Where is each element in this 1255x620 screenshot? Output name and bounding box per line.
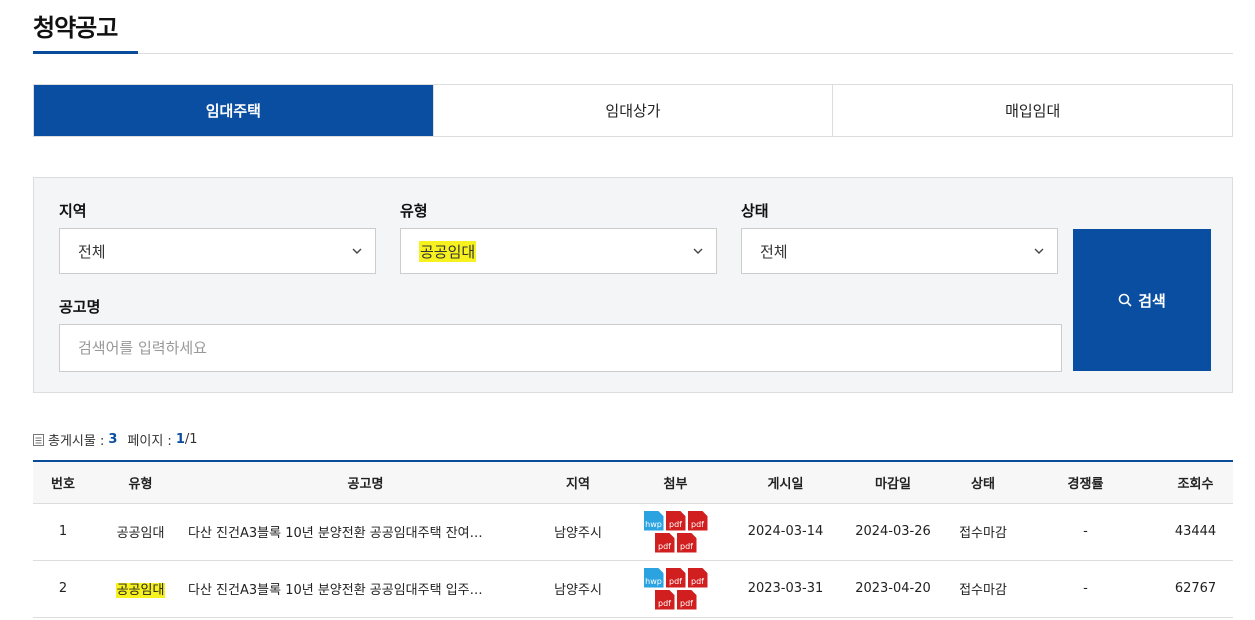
title-divider bbox=[33, 53, 1233, 54]
result-summary: 총게시물 : 3 페이지 : 1/1 bbox=[33, 430, 198, 449]
page-current: 1 bbox=[175, 432, 185, 447]
search-button[interactable]: 검색 bbox=[1073, 229, 1211, 371]
chevron-down-icon bbox=[352, 248, 362, 254]
pdf-file-icon[interactable]: pdf bbox=[676, 589, 697, 610]
col-header: 유형 bbox=[93, 461, 188, 504]
hwp-file-icon[interactable]: hwp bbox=[643, 567, 664, 588]
table-row[interactable]: 1 공공임대 다산 진건A3블록 10년 분양전환 공공임대주택 잔여… 남양주… bbox=[33, 503, 1233, 561]
status-select[interactable]: 전체 bbox=[741, 228, 1058, 274]
row-status: 접수마감 bbox=[953, 560, 1013, 618]
total-count: 3 bbox=[108, 432, 118, 447]
pdf-file-icon[interactable]: pdf bbox=[654, 532, 675, 553]
pdf-file-icon[interactable]: pdf bbox=[654, 589, 675, 610]
notice-table: 번호 유형 공고명 지역 첨부 게시일 마감일 상태 경쟁률 조회수 1 공공임… bbox=[33, 460, 1233, 618]
row-number: 2 bbox=[33, 560, 93, 618]
row-type-highlight: 공공임대 bbox=[115, 583, 166, 598]
row-posted-date: 2023-03-31 bbox=[738, 560, 833, 618]
tab-bar: 임대주택 임대상가 매입임대 bbox=[33, 84, 1233, 137]
table-row[interactable]: 2 공공임대 다산 진건A3블록 10년 분양전환 공공임대주택 입주… 남양주… bbox=[33, 560, 1233, 618]
pdf-file-icon[interactable]: pdf bbox=[665, 510, 686, 531]
col-header: 게시일 bbox=[738, 461, 833, 504]
pdf-file-icon[interactable]: pdf bbox=[687, 567, 708, 588]
col-header: 조회수 bbox=[1158, 461, 1233, 504]
row-type: 공공임대 bbox=[93, 503, 188, 561]
row-posted-date: 2024-03-14 bbox=[738, 503, 833, 561]
pdf-file-icon[interactable]: pdf bbox=[665, 567, 686, 588]
table-header-row: 번호 유형 공고명 지역 첨부 게시일 마감일 상태 경쟁률 조회수 bbox=[33, 461, 1233, 504]
tab-rental-housing[interactable]: 임대주택 bbox=[34, 85, 433, 136]
pdf-file-icon[interactable]: pdf bbox=[687, 510, 708, 531]
status-label: 상태 bbox=[741, 202, 769, 220]
notice-name-label: 공고명 bbox=[59, 298, 101, 316]
page-title: 청약공고 bbox=[33, 14, 118, 42]
chevron-down-icon bbox=[693, 248, 703, 254]
row-competition-rate: - bbox=[1013, 503, 1158, 561]
hwp-file-icon[interactable]: hwp bbox=[643, 510, 664, 531]
row-title-link[interactable]: 다산 진건A3블록 10년 분양전환 공공임대주택 입주… bbox=[188, 560, 543, 618]
region-select[interactable]: 전체 bbox=[59, 228, 376, 274]
row-status: 접수마감 bbox=[953, 503, 1013, 561]
col-header: 경쟁률 bbox=[1013, 461, 1158, 504]
col-header: 번호 bbox=[33, 461, 93, 504]
page-label: 페이지 : bbox=[127, 434, 172, 449]
col-header: 상태 bbox=[953, 461, 1013, 504]
tab-rental-shops[interactable]: 임대상가 bbox=[432, 85, 833, 136]
type-label: 유형 bbox=[400, 202, 428, 220]
col-header: 지역 bbox=[543, 461, 613, 504]
col-header: 마감일 bbox=[833, 461, 953, 504]
row-views: 62767 bbox=[1158, 560, 1233, 618]
total-label: 총게시물 : bbox=[48, 434, 105, 449]
row-type: 공공임대 bbox=[93, 560, 188, 618]
region-select-value: 전체 bbox=[78, 242, 106, 261]
search-filter-panel: 지역 전체 유형 공공임대 상태 전체 공고명 검색 bbox=[33, 177, 1233, 393]
row-deadline-date: 2024-03-26 bbox=[833, 503, 953, 561]
tab-purchase-rental[interactable]: 매입임대 bbox=[832, 85, 1232, 136]
row-region: 남양주시 bbox=[543, 503, 613, 561]
row-number: 1 bbox=[33, 503, 93, 561]
row-region: 남양주시 bbox=[543, 560, 613, 618]
row-deadline-date: 2023-04-20 bbox=[833, 560, 953, 618]
row-attachments: hwp pdf pdf pdf pdf bbox=[613, 560, 738, 618]
search-icon bbox=[1118, 293, 1132, 307]
col-header: 첨부 bbox=[613, 461, 738, 504]
row-attachments: hwp pdf pdf pdf pdf bbox=[613, 503, 738, 561]
notice-name-input[interactable] bbox=[59, 324, 1062, 372]
row-competition-rate: - bbox=[1013, 560, 1158, 618]
region-label: 지역 bbox=[59, 202, 87, 220]
page-total: /1 bbox=[184, 432, 198, 447]
chevron-down-icon bbox=[1034, 248, 1044, 254]
status-select-value: 전체 bbox=[760, 242, 788, 261]
type-select[interactable]: 공공임대 bbox=[400, 228, 717, 274]
col-header: 공고명 bbox=[188, 461, 543, 504]
type-select-value: 공공임대 bbox=[419, 240, 477, 262]
pdf-file-icon[interactable]: pdf bbox=[676, 532, 697, 553]
list-icon bbox=[33, 433, 44, 446]
row-views: 43444 bbox=[1158, 503, 1233, 561]
row-title-link[interactable]: 다산 진건A3블록 10년 분양전환 공공임대주택 잔여… bbox=[188, 503, 543, 561]
title-accent-bar bbox=[33, 51, 138, 54]
search-button-label: 검색 bbox=[1138, 291, 1166, 310]
